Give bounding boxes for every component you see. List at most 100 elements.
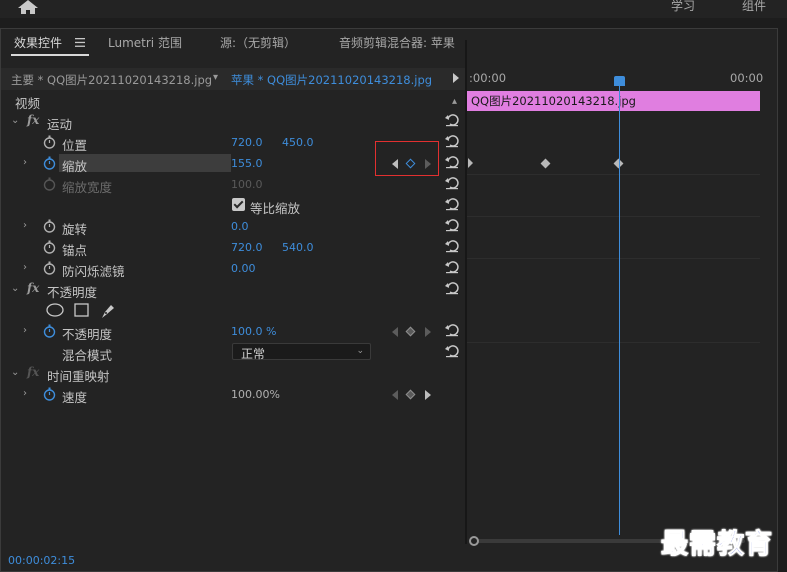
ellipse-mask-icon[interactable] [46,303,64,317]
rotation-label: 旋转 [62,222,88,237]
blend-mode-label: 混合模式 [62,348,113,363]
show-timeline-toggle-icon[interactable] [453,73,459,83]
reset-icon[interactable] [445,155,459,169]
stopwatch-icon [43,177,56,191]
learn-workspace-link[interactable]: 学习 [671,0,695,14]
panel-tab-bar: 效果控件 Lumetri 范围 源:（无剪辑） 音频剪辑混合器: 苹果 [1,29,777,57]
prev-keyframe-button[interactable] [392,390,398,400]
panel-splitter[interactable] [465,40,467,544]
timeline-clip-name: QQ图片20211020143218.jpg [471,94,636,108]
app-top-bar: 学习 组件 [0,0,787,18]
pen-mask-icon[interactable] [100,303,116,319]
watermark-logo: 最需教育 [661,529,773,561]
next-keyframe-button[interactable] [425,327,431,337]
uniform-scale-checkbox[interactable] [232,198,245,211]
playhead-handle[interactable] [614,76,625,86]
speed-label: 速度 [62,390,88,405]
tab-effect-controls[interactable]: 效果控件 [14,34,62,51]
chevron-right-icon[interactable]: › [23,326,33,336]
anti-flicker-param-row: › 防闪烁滤镜 0.00 [1,258,465,279]
position-y-value[interactable]: 450.0 [282,136,314,149]
home-icon[interactable] [18,0,38,14]
chevron-right-icon[interactable]: › [23,263,33,273]
keyframe-marker-start-icon[interactable] [468,158,473,168]
collapse-arrow-icon[interactable]: ▴ [452,97,462,107]
scale-width-param-row: 缩放宽度 100.0 [1,174,465,195]
chevron-right-icon[interactable]: › [23,389,33,399]
chevron-right-icon[interactable]: › [23,221,33,231]
reset-icon[interactable] [445,113,459,127]
add-keyframe-button[interactable] [405,326,416,337]
blend-mode-dropdown[interactable]: 正常 ⌄ [232,343,371,361]
fx-badge-icon[interactable]: fx [27,113,39,127]
stopwatch-icon[interactable] [43,240,56,254]
chevron-down-icon[interactable]: ▾ [213,72,218,83]
tab-audio-clip-mixer[interactable]: 音频剪辑混合器: 苹果 [339,34,455,51]
reset-icon[interactable] [445,197,459,211]
current-timecode[interactable]: 00:00:02:15 [8,554,75,567]
stopwatch-icon[interactable] [43,261,56,275]
playhead-line[interactable] [619,80,620,535]
chevron-down-icon[interactable]: ⌄ [11,116,21,126]
blend-mode-row: 混合模式 正常 ⌄ [1,342,465,363]
reset-icon[interactable] [445,218,459,232]
rect-mask-icon[interactable] [74,303,89,317]
timeline-row-divider [467,174,760,175]
opacity-label: 不透明度 [62,327,113,342]
timeline-row-divider [467,342,760,343]
scale-label: 缩放 [62,159,88,174]
scale-width-value: 100.0 [231,178,263,191]
fx-badge-icon[interactable]: fx [27,365,39,379]
blend-mode-selected: 正常 [241,347,266,361]
rotation-param-row: › 旋转 0.0 [1,216,465,237]
chevron-down-icon[interactable]: ⌄ [11,368,21,378]
next-keyframe-button[interactable] [425,390,431,400]
reset-icon[interactable] [445,323,459,337]
opacity-effect-row[interactable]: ⌄ fx 不透明度 [1,279,465,300]
stopwatch-icon[interactable] [43,324,56,338]
sequence-clip-selector[interactable]: 苹果 * QQ图片20211020143218.jpg [231,72,432,88]
stopwatch-icon[interactable] [43,219,56,233]
reset-icon[interactable] [445,344,459,358]
scrollbar-handle[interactable] [469,536,479,546]
master-clip-selector[interactable]: 主要 * QQ图片20211020143218.jpg [11,72,212,88]
anti-flicker-value[interactable]: 0.00 [231,262,256,275]
tab-source[interactable]: 源:（无剪辑） [220,34,296,51]
position-x-value[interactable]: 720.0 [231,136,263,149]
ruler-start-time: :00:00 [469,71,507,85]
timeline-row-divider [467,258,760,259]
opacity-value[interactable]: 100.0 % [231,325,276,338]
video-section-label: 视频 [15,96,41,111]
prev-keyframe-button[interactable] [392,327,398,337]
opacity-param-row: › 不透明度 100.0 % [1,321,465,342]
assemble-workspace-link[interactable]: 组件 [742,0,766,14]
add-keyframe-button[interactable] [405,389,416,400]
uniform-scale-row: 等比缩放 [1,195,465,216]
reset-icon[interactable] [445,176,459,190]
reset-icon[interactable] [445,239,459,253]
motion-effect-row[interactable]: ⌄ fx 运动 [1,111,465,132]
chevron-right-icon[interactable]: › [23,158,33,168]
rotation-value[interactable]: 0.0 [231,220,249,233]
stopwatch-icon[interactable] [43,387,56,401]
menu-icon[interactable] [75,38,85,47]
stopwatch-icon[interactable] [43,135,56,149]
timeline-clip[interactable]: QQ图片20211020143218.jpg [467,91,760,111]
anchor-param-row: 锚点 720.0 540.0 [1,237,465,258]
speed-param-row: › 速度 100.00% [1,384,465,405]
chevron-down-icon[interactable]: ⌄ [11,284,21,294]
time-remap-effect-row[interactable]: ⌄ fx 时间重映射 [1,363,465,384]
anchor-label: 锚点 [62,243,88,258]
anchor-x-value[interactable]: 720.0 [231,241,263,254]
tab-lumetri-scopes[interactable]: Lumetri 范围 [108,34,182,51]
opacity-group-label: 不透明度 [47,285,98,300]
fx-badge-icon[interactable]: fx [27,281,39,295]
stopwatch-icon[interactable] [43,156,56,170]
speed-value[interactable]: 100.00% [231,388,280,401]
reset-icon[interactable] [445,260,459,274]
reset-icon[interactable] [445,134,459,148]
scale-value[interactable]: 155.0 [231,157,263,170]
reset-icon[interactable] [445,281,459,295]
anti-flicker-label: 防闪烁滤镜 [62,264,125,279]
anchor-y-value[interactable]: 540.0 [282,241,314,254]
